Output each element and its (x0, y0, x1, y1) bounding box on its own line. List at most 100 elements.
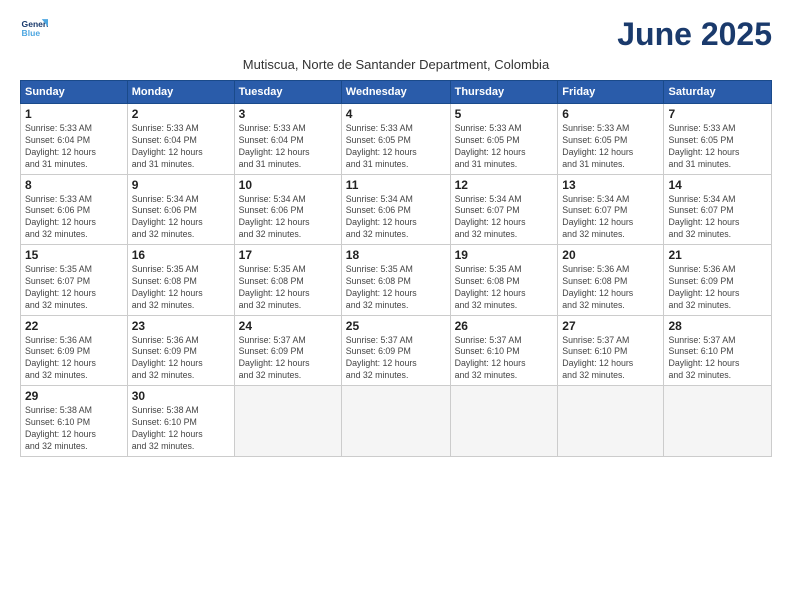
table-row: 21Sunrise: 5:36 AMSunset: 6:09 PMDayligh… (664, 245, 772, 316)
day-number: 9 (132, 178, 230, 192)
table-row: 15Sunrise: 5:35 AMSunset: 6:07 PMDayligh… (21, 245, 128, 316)
month-title: June 2025 (617, 16, 772, 53)
col-tuesday: Tuesday (234, 81, 341, 104)
table-row: 5 Sunrise: 5:33 AMSunset: 6:05 PMDaylight… (450, 104, 558, 175)
col-sunday: Sunday (21, 81, 128, 104)
day-info: Sunrise: 5:35 AMSunset: 6:08 PMDaylight:… (346, 264, 446, 312)
table-row: 29 Sunrise: 5:38 AMSunset: 6:10 PMDayligh… (21, 386, 128, 457)
day-info: Sunrise: 5:33 AMSunset: 6:04 PMDaylight:… (239, 123, 337, 171)
col-monday: Monday (127, 81, 234, 104)
logo: General Blue (20, 16, 48, 44)
table-row: 4 Sunrise: 5:33 AMSunset: 6:05 PMDaylight… (341, 104, 450, 175)
table-row: 10 Sunrise: 5:34 AMSunset: 6:06 PMDayligh… (234, 174, 341, 245)
table-row: 14 Sunrise: 5:34 AMSunset: 6:07 PMDayligh… (664, 174, 772, 245)
table-row: 18 Sunrise: 5:35 AMSunset: 6:08 PMDayligh… (341, 245, 450, 316)
day-info: Sunrise: 5:33 AMSunset: 6:05 PMDaylight:… (455, 123, 554, 171)
table-row: 12Sunrise: 5:34 AMSunset: 6:07 PMDayligh… (450, 174, 558, 245)
day-info: Sunrise: 5:34 AMSunset: 6:07 PMDaylight:… (562, 194, 659, 242)
day-number: 23 (132, 319, 230, 333)
calendar-week-1: 8 Sunrise: 5:33 AMSunset: 6:06 PMDaylight… (21, 174, 772, 245)
day-info: Sunrise: 5:36 AMSunset: 6:09 PMDaylight:… (132, 335, 230, 383)
day-info: Sunrise: 5:33 AMSunset: 6:05 PMDaylight:… (346, 123, 446, 171)
day-number: 1 (25, 107, 123, 121)
day-number: 16 (132, 248, 230, 262)
day-info: Sunrise: 5:33 AMSunset: 6:04 PMDaylight:… (132, 123, 230, 171)
day-info: Sunrise: 5:33 AMSunset: 6:05 PMDaylight:… (562, 123, 659, 171)
day-number: 2 (132, 107, 230, 121)
col-thursday: Thursday (450, 81, 558, 104)
day-number: 20 (562, 248, 659, 262)
table-row: 16 Sunrise: 5:35 AMSunset: 6:08 PMDayligh… (127, 245, 234, 316)
day-info: Sunrise: 5:37 AMSunset: 6:10 PMDaylight:… (455, 335, 554, 383)
table-row: 25Sunrise: 5:37 AMSunset: 6:09 PMDayligh… (341, 315, 450, 386)
day-info: Sunrise: 5:33 AMSunset: 6:04 PMDaylight:… (25, 123, 123, 171)
table-row: 22 Sunrise: 5:36 AMSunset: 6:09 PMDayligh… (21, 315, 128, 386)
table-row: 1 Sunrise: 5:33 AMSunset: 6:04 PMDaylight… (21, 104, 128, 175)
day-info: Sunrise: 5:37 AMSunset: 6:10 PMDaylight:… (562, 335, 659, 383)
subtitle: Mutiscua, Norte de Santander Department,… (20, 57, 772, 72)
day-number: 7 (668, 107, 767, 121)
calendar-week-4: 29 Sunrise: 5:38 AMSunset: 6:10 PMDayligh… (21, 386, 772, 457)
day-info: Sunrise: 5:33 AMSunset: 6:05 PMDaylight:… (668, 123, 767, 171)
table-row: 17Sunrise: 5:35 AMSunset: 6:08 PMDayligh… (234, 245, 341, 316)
day-number: 28 (668, 319, 767, 333)
day-number: 26 (455, 319, 554, 333)
day-number: 24 (239, 319, 337, 333)
table-row: 20 Sunrise: 5:36 AMSunset: 6:08 PMDayligh… (558, 245, 664, 316)
table-row: 28 Sunrise: 5:37 AMSunset: 6:10 PMDayligh… (664, 315, 772, 386)
day-number: 22 (25, 319, 123, 333)
day-number: 27 (562, 319, 659, 333)
table-row: 19 Sunrise: 5:35 AMSunset: 6:08 PMDayligh… (450, 245, 558, 316)
day-info: Sunrise: 5:38 AMSunset: 6:10 PMDaylight:… (25, 405, 123, 453)
table-row (558, 386, 664, 457)
day-info: Sunrise: 5:35 AMSunset: 6:08 PMDaylight:… (455, 264, 554, 312)
table-row: 11 Sunrise: 5:34 AMSunset: 6:06 PMDayligh… (341, 174, 450, 245)
day-number: 4 (346, 107, 446, 121)
page: General Blue June 2025 Mutiscua, Norte d… (0, 0, 792, 612)
day-number: 11 (346, 178, 446, 192)
col-saturday: Saturday (664, 81, 772, 104)
table-row (234, 386, 341, 457)
day-info: Sunrise: 5:33 AMSunset: 6:06 PMDaylight:… (25, 194, 123, 242)
calendar: Sunday Monday Tuesday Wednesday Thursday… (20, 80, 772, 457)
day-number: 19 (455, 248, 554, 262)
day-number: 25 (346, 319, 446, 333)
col-wednesday: Wednesday (341, 81, 450, 104)
day-info: Sunrise: 5:37 AMSunset: 6:10 PMDaylight:… (668, 335, 767, 383)
day-number: 10 (239, 178, 337, 192)
table-row: 9 Sunrise: 5:34 AMSunset: 6:06 PMDaylight… (127, 174, 234, 245)
day-number: 14 (668, 178, 767, 192)
day-info: Sunrise: 5:34 AMSunset: 6:06 PMDaylight:… (346, 194, 446, 242)
day-info: Sunrise: 5:36 AMSunset: 6:09 PMDaylight:… (668, 264, 767, 312)
day-number: 29 (25, 389, 123, 403)
day-number: 5 (455, 107, 554, 121)
day-number: 13 (562, 178, 659, 192)
day-info: Sunrise: 5:37 AMSunset: 6:09 PMDaylight:… (239, 335, 337, 383)
day-info: Sunrise: 5:36 AMSunset: 6:08 PMDaylight:… (562, 264, 659, 312)
day-info: Sunrise: 5:36 AMSunset: 6:09 PMDaylight:… (25, 335, 123, 383)
day-info: Sunrise: 5:34 AMSunset: 6:06 PMDaylight:… (239, 194, 337, 242)
logo-icon: General Blue (20, 16, 48, 44)
day-info: Sunrise: 5:35 AMSunset: 6:08 PMDaylight:… (132, 264, 230, 312)
calendar-week-3: 22 Sunrise: 5:36 AMSunset: 6:09 PMDayligh… (21, 315, 772, 386)
day-number: 12 (455, 178, 554, 192)
table-row: 27 Sunrise: 5:37 AMSunset: 6:10 PMDayligh… (558, 315, 664, 386)
table-row: 23 Sunrise: 5:36 AMSunset: 6:09 PMDayligh… (127, 315, 234, 386)
table-row: 7 Sunrise: 5:33 AMSunset: 6:05 PMDaylight… (664, 104, 772, 175)
header-row: General Blue June 2025 (20, 16, 772, 53)
table-row (664, 386, 772, 457)
table-row: 26 Sunrise: 5:37 AMSunset: 6:10 PMDayligh… (450, 315, 558, 386)
day-info: Sunrise: 5:34 AMSunset: 6:06 PMDaylight:… (132, 194, 230, 242)
day-number: 8 (25, 178, 123, 192)
day-number: 18 (346, 248, 446, 262)
svg-text:Blue: Blue (22, 28, 41, 38)
table-row: 24 Sunrise: 5:37 AMSunset: 6:09 PMDayligh… (234, 315, 341, 386)
table-row: 6Sunrise: 5:33 AMSunset: 6:05 PMDaylight… (558, 104, 664, 175)
day-info: Sunrise: 5:35 AMSunset: 6:07 PMDaylight:… (25, 264, 123, 312)
day-info: Sunrise: 5:34 AMSunset: 6:07 PMDaylight:… (668, 194, 767, 242)
table-row: 3Sunrise: 5:33 AMSunset: 6:04 PMDaylight… (234, 104, 341, 175)
table-row (450, 386, 558, 457)
table-row: 30Sunrise: 5:38 AMSunset: 6:10 PMDayligh… (127, 386, 234, 457)
day-number: 30 (132, 389, 230, 403)
calendar-week-0: 1 Sunrise: 5:33 AMSunset: 6:04 PMDaylight… (21, 104, 772, 175)
